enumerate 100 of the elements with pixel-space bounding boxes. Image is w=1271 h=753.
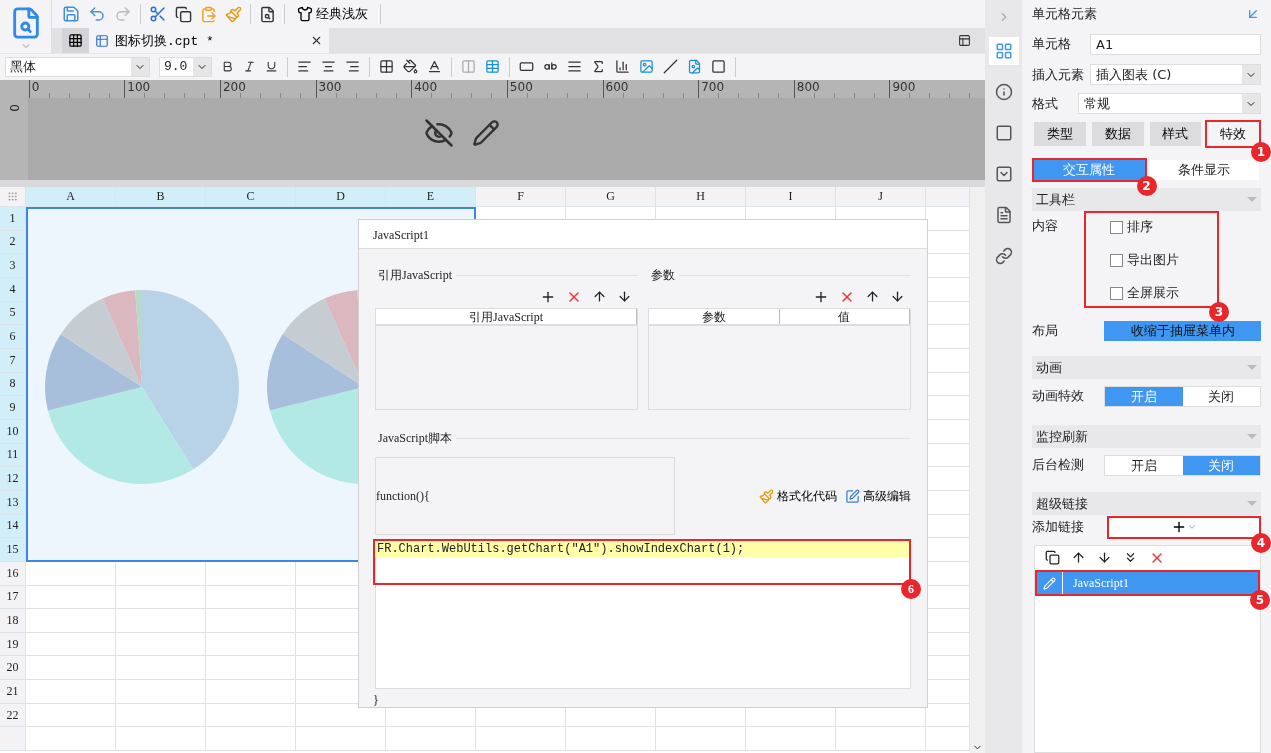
insert-select[interactable]: 插入图表 (C)	[1090, 64, 1261, 85]
align-right-icon[interactable]	[345, 59, 360, 74]
checkbox[interactable]	[1110, 253, 1123, 267]
sheet-cell[interactable]	[206, 609, 296, 633]
sheet-cell[interactable]	[206, 703, 296, 728]
paste-icon[interactable]	[200, 5, 217, 23]
row-header[interactable]: 7	[0, 348, 26, 373]
sheet-cell[interactable]	[26, 703, 116, 728]
checkbox[interactable]	[1110, 286, 1123, 300]
sheet-cell[interactable]	[116, 727, 206, 752]
scissors-icon[interactable]	[149, 5, 167, 23]
column-header[interactable]: E	[386, 187, 476, 207]
underline-icon[interactable]	[265, 60, 278, 73]
sheet-cell[interactable]	[206, 632, 296, 657]
row-header[interactable]: 11	[0, 443, 26, 468]
sheet-cell[interactable]	[26, 727, 116, 752]
panel-tab[interactable]: 数据	[1091, 122, 1144, 146]
checkbox[interactable]	[1110, 220, 1123, 234]
sub-report-icon[interactable]	[687, 59, 702, 74]
add-icon[interactable]	[813, 289, 829, 305]
image-icon[interactable]	[639, 59, 654, 74]
row-header[interactable]: 2	[0, 230, 26, 255]
sheet-cell[interactable]	[26, 680, 116, 704]
section-header[interactable]: 动画	[1032, 356, 1261, 379]
sheet-cell[interactable]	[206, 680, 296, 704]
brush-icon[interactable]	[225, 5, 242, 23]
row-header[interactable]: 15	[0, 538, 26, 562]
font-select[interactable]: 黑体	[5, 56, 150, 77]
move-down-icon[interactable]	[890, 289, 905, 304]
bar-chart-icon[interactable]	[615, 59, 630, 74]
column-header[interactable]: J	[836, 187, 926, 207]
sheet-cell[interactable]	[116, 561, 206, 586]
row-header[interactable]: 19	[0, 632, 26, 657]
sheet-cell[interactable]	[476, 727, 566, 752]
sheet-cell[interactable]	[206, 727, 296, 752]
row-header[interactable]: 12	[0, 467, 26, 491]
advanced-edit-button[interactable]: 高级编辑	[845, 487, 911, 505]
text-search-icon[interactable]	[259, 5, 276, 23]
paragraph-icon[interactable]	[567, 59, 582, 74]
sheet-cell[interactable]	[26, 609, 116, 633]
move-up-icon[interactable]	[865, 289, 880, 304]
sheet-cell[interactable]	[116, 585, 206, 610]
move-up-icon[interactable]	[1071, 550, 1086, 565]
slash-icon[interactable]	[663, 59, 678, 74]
sheet-cell[interactable]	[26, 632, 116, 657]
column-header[interactable]: D	[296, 187, 386, 207]
theme-button[interactable]: 经典浅灰	[293, 5, 372, 23]
undo-icon[interactable]	[88, 5, 106, 23]
checkbox-option[interactable]: 排序	[1110, 218, 1217, 236]
table-icon[interactable]	[485, 59, 500, 74]
column-header[interactable]: C	[206, 187, 296, 207]
align-left-icon[interactable]	[297, 59, 312, 74]
border-icon[interactable]	[379, 59, 394, 74]
pencil-icon[interactable]	[471, 119, 500, 147]
format-code-button[interactable]: 格式化代码	[759, 487, 837, 505]
section-header[interactable]: 超级链接	[1032, 492, 1261, 515]
add-icon[interactable]	[540, 289, 556, 305]
sub-tab[interactable]: 条件显示	[1148, 160, 1259, 180]
bold-icon[interactable]	[221, 60, 234, 73]
hidden-eye-icon[interactable]	[423, 118, 454, 148]
column-header[interactable]: H	[656, 187, 746, 207]
panel-tab[interactable]: 类型	[1034, 122, 1086, 146]
move-down-icon[interactable]	[617, 289, 632, 304]
row-header[interactable]: 8	[0, 372, 26, 397]
sheet-cell[interactable]	[656, 727, 746, 752]
row-header[interactable]: 10	[0, 419, 26, 444]
row-header[interactable]: 21	[0, 680, 26, 704]
add-sheet-button[interactable]	[62, 28, 89, 53]
sheet-cell[interactable]	[26, 656, 116, 681]
column-header[interactable]: A	[26, 187, 116, 207]
sheet-cell[interactable]	[836, 727, 926, 752]
sheet-cell[interactable]	[296, 727, 386, 752]
sheet-cell[interactable]	[116, 680, 206, 704]
save-icon[interactable]	[62, 5, 80, 23]
cell-field[interactable]: A1	[1090, 33, 1261, 55]
cell-element-button[interactable]	[988, 37, 1019, 65]
merge-icon[interactable]	[461, 59, 476, 74]
row-header[interactable]: 5	[0, 301, 26, 326]
sheet-cell[interactable]	[566, 727, 656, 752]
copy-icon[interactable]	[175, 5, 192, 23]
italic-icon[interactable]	[243, 60, 256, 73]
sheet-cell[interactable]	[26, 561, 116, 586]
column-header[interactable]: B	[116, 187, 206, 207]
sheet-cell[interactable]	[386, 727, 476, 752]
sheet-cell[interactable]	[116, 609, 206, 633]
sheet-cell[interactable]	[206, 561, 296, 586]
row-header[interactable]: 14	[0, 514, 26, 539]
row-header[interactable]: 9	[0, 396, 26, 420]
row-header[interactable]: 17	[0, 585, 26, 610]
copy-icon[interactable]	[1045, 550, 1060, 565]
sheet-cell[interactable]	[116, 703, 206, 728]
layout-option[interactable]: 收缩于抽屉菜单内	[1104, 321, 1261, 341]
sheet-cell[interactable]	[116, 632, 206, 657]
font-size-select[interactable]: 9.0	[159, 56, 212, 77]
checkbox-option[interactable]: 全屏展示	[1110, 284, 1217, 302]
row-header[interactable]: 1	[0, 207, 26, 231]
row-header[interactable]: 16	[0, 561, 26, 586]
row-header[interactable]: 20	[0, 656, 26, 681]
row-header[interactable]: 13	[0, 490, 26, 515]
textbox-icon[interactable]	[519, 59, 534, 74]
